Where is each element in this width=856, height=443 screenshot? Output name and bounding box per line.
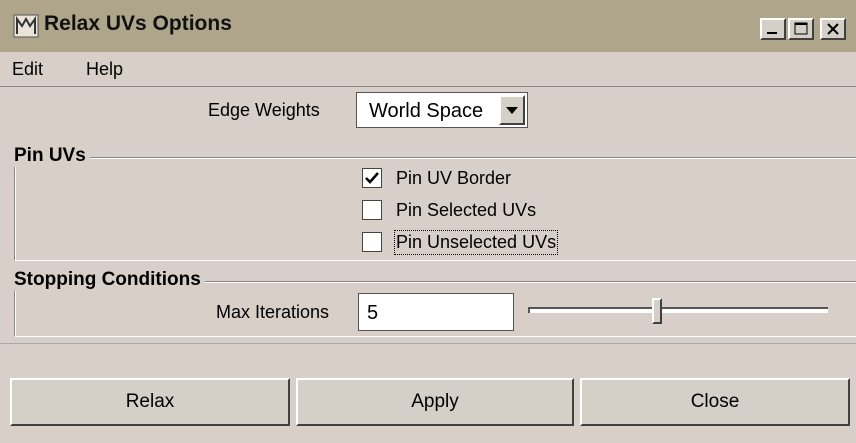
window-title: Relax UVs Options <box>44 12 232 35</box>
edge-weights-label: Edge Weights <box>208 100 320 120</box>
max-iterations-slider-thumb[interactable] <box>652 298 662 324</box>
pin-selected-uvs-label[interactable]: Pin Selected UVs <box>396 200 536 221</box>
dropdown-button[interactable] <box>499 95 525 125</box>
menu-edit[interactable]: Edit <box>12 59 43 80</box>
edge-weights-value: World Space <box>369 100 484 122</box>
minimize-button[interactable] <box>760 18 786 40</box>
close-button[interactable]: Close <box>580 378 850 426</box>
maximize-icon <box>794 22 808 35</box>
max-iterations-label: Max Iterations <box>216 302 330 322</box>
relax-button[interactable]: Relax <box>10 378 290 426</box>
max-iterations-slider-track[interactable] <box>528 307 828 313</box>
close-window-button[interactable] <box>820 18 846 40</box>
pin-uv-border-label[interactable]: Pin UV Border <box>396 168 511 189</box>
close-icon <box>827 23 839 35</box>
max-iterations-field[interactable]: 5 <box>358 293 514 331</box>
maximize-button[interactable] <box>788 18 814 40</box>
menu-help[interactable]: Help <box>86 59 123 80</box>
maya-logo-icon <box>13 14 39 38</box>
stopping-conditions-title: Stopping Conditions <box>14 269 205 291</box>
pin-unselected-uvs-label[interactable]: Pin Unselected UVs <box>393 230 559 255</box>
edge-weights-dropdown[interactable]: World Space <box>356 92 528 128</box>
pin-selected-uvs-checkbox[interactable] <box>362 200 382 220</box>
minimize-icon <box>767 32 777 34</box>
separator <box>0 343 856 344</box>
menu-bar: Edit Help <box>0 52 856 87</box>
pin-uvs-title: Pin UVs <box>14 145 90 167</box>
title-bar: Relax UVs Options <box>0 0 856 52</box>
pin-uv-border-checkbox[interactable] <box>362 168 382 188</box>
chevron-down-icon <box>506 107 518 114</box>
pin-unselected-uvs-checkbox[interactable] <box>362 232 382 252</box>
apply-button[interactable]: Apply <box>296 378 574 426</box>
max-iterations-value: 5 <box>367 302 379 324</box>
checkmark-icon <box>365 172 379 184</box>
